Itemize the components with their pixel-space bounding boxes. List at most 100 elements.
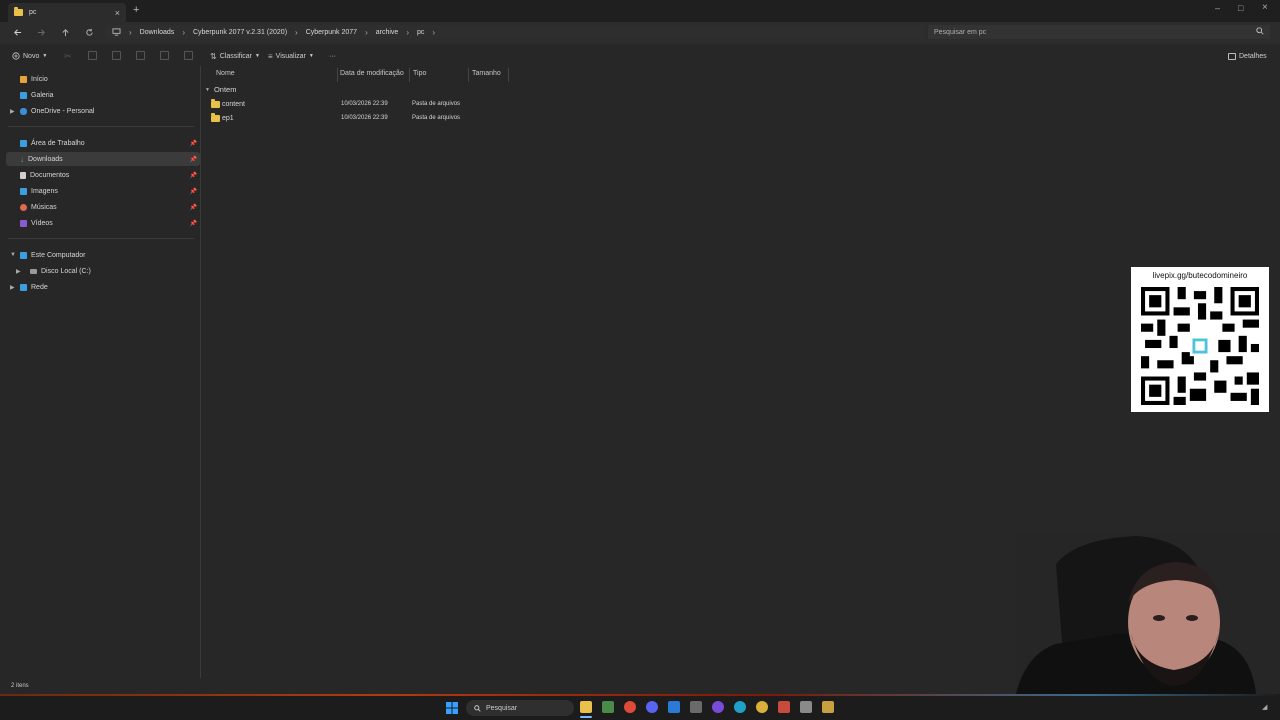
sidebar-item-label: Documentos bbox=[30, 171, 70, 179]
search-input[interactable]: Pesquisar em pc bbox=[928, 25, 1270, 39]
video-icon bbox=[20, 219, 27, 227]
table-row[interactable]: ep1 10/03/2026 22:39 Pasta de arquivos bbox=[208, 112, 468, 124]
edge-icon[interactable] bbox=[734, 701, 746, 713]
pin-icon[interactable]: 📌 bbox=[190, 140, 197, 147]
folder-icon bbox=[14, 7, 23, 16]
maximize-button[interactable]: □ bbox=[1238, 3, 1243, 13]
share-icon[interactable] bbox=[160, 51, 169, 60]
sidebar-item-disco-local[interactable]: ▶ Disco Local (C:) bbox=[6, 264, 200, 278]
app-icon[interactable] bbox=[822, 701, 834, 713]
search-icon[interactable] bbox=[1256, 27, 1264, 37]
sort-button[interactable]: ⇅ Classificar ▼ bbox=[210, 49, 260, 63]
details-pane-icon bbox=[1228, 52, 1236, 60]
sidebar-item-inicio[interactable]: Início bbox=[6, 72, 200, 86]
more-options-button[interactable]: ··· bbox=[329, 49, 336, 63]
folder-icon bbox=[211, 98, 220, 108]
chevron-down-icon: ▼ bbox=[42, 53, 48, 59]
new-button[interactable]: Novo ▼ bbox=[12, 49, 47, 63]
more-label: ··· bbox=[329, 52, 336, 60]
rename-icon[interactable] bbox=[136, 51, 145, 60]
sidebar-item-area-de-trabalho[interactable]: Área de Trabalho 📌 bbox=[6, 136, 200, 150]
divider bbox=[8, 126, 194, 127]
breadcrumb-separator: › bbox=[129, 27, 132, 37]
close-window-button[interactable]: × bbox=[1262, 2, 1268, 13]
delete-icon[interactable] bbox=[184, 51, 193, 60]
chevron-right-icon[interactable]: ▶ bbox=[10, 108, 15, 115]
view-button[interactable]: ≡ Visualizar ▼ bbox=[268, 49, 314, 63]
notification-icon[interactable]: ◢ bbox=[1262, 703, 1267, 711]
sidebar-item-este-computador[interactable]: ▼ Este Computador bbox=[6, 248, 200, 262]
breadcrumb-cyberpunk-version[interactable]: Cyberpunk 2077 v.2.31 (2020) bbox=[193, 29, 287, 36]
minimize-button[interactable]: – bbox=[1215, 3, 1220, 13]
cut-icon[interactable]: ✂ bbox=[64, 51, 72, 62]
start-button[interactable] bbox=[446, 702, 458, 714]
sidebar-item-documentos[interactable]: Documentos 📌 bbox=[6, 168, 200, 182]
group-header[interactable]: ▼ Ontem bbox=[205, 85, 236, 94]
pin-icon[interactable]: 📌 bbox=[190, 220, 197, 227]
sidebar-item-onedrive[interactable]: ▶ OneDrive - Personal bbox=[6, 104, 200, 118]
taskbar-search-label: Pesquisar bbox=[486, 704, 518, 712]
breadcrumb-cyberpunk[interactable]: Cyberpunk 2077 bbox=[306, 29, 357, 36]
paste-icon[interactable] bbox=[112, 51, 121, 60]
divider bbox=[8, 238, 194, 239]
document-icon bbox=[20, 171, 26, 179]
chevron-right-icon[interactable]: ▶ bbox=[10, 284, 15, 291]
qr-caption: livepix.gg/butecodomineiro bbox=[1152, 271, 1248, 280]
discord-icon[interactable] bbox=[646, 701, 658, 713]
new-tab-button[interactable]: + bbox=[133, 4, 139, 16]
sort-label: Classificar bbox=[219, 52, 252, 60]
app-icon[interactable] bbox=[756, 701, 768, 713]
network-icon bbox=[20, 283, 27, 291]
windows-logo-icon bbox=[446, 702, 458, 714]
details-button[interactable]: Detalhes bbox=[1228, 49, 1267, 63]
refresh-button[interactable] bbox=[81, 24, 97, 40]
column-header-size[interactable]: Tamanho bbox=[472, 70, 501, 80]
sidebar-item-label: Músicas bbox=[31, 203, 57, 211]
taskbar-search[interactable]: Pesquisar bbox=[466, 700, 574, 716]
breadcrumb-pc[interactable]: pc bbox=[417, 29, 424, 36]
app-icon[interactable] bbox=[668, 701, 680, 713]
store-icon[interactable] bbox=[602, 701, 614, 713]
sidebar-item-rede[interactable]: ▶ Rede bbox=[6, 280, 200, 294]
pin-icon[interactable]: 📌 bbox=[190, 204, 197, 211]
breadcrumb-downloads[interactable]: Downloads bbox=[140, 29, 175, 36]
sidebar-item-label: Área de Trabalho bbox=[31, 139, 85, 147]
column-header-name[interactable]: Nome bbox=[216, 70, 235, 80]
sidebar-item-label: Downloads bbox=[28, 155, 63, 163]
app-icon[interactable] bbox=[712, 701, 724, 713]
tab-close-button[interactable]: × bbox=[115, 8, 120, 18]
chevron-down-icon[interactable]: ▼ bbox=[10, 252, 16, 258]
sidebar-item-videos[interactable]: Vídeos 📌 bbox=[6, 216, 200, 230]
copy-icon[interactable] bbox=[88, 51, 97, 60]
pin-icon[interactable]: 📌 bbox=[190, 156, 197, 163]
column-divider[interactable] bbox=[337, 68, 338, 82]
column-header-date[interactable]: Data de modificação bbox=[340, 70, 404, 80]
breadcrumb[interactable]: › Downloads › Cyberpunk 2077 v.2.31 (202… bbox=[106, 25, 924, 39]
breadcrumb-archive[interactable]: archive bbox=[376, 29, 399, 36]
forward-button[interactable] bbox=[33, 24, 49, 40]
pin-icon[interactable]: 📌 bbox=[190, 172, 197, 179]
download-icon: ↓ bbox=[20, 154, 24, 164]
file-explorer-icon[interactable] bbox=[580, 701, 592, 713]
app-icon[interactable] bbox=[690, 701, 702, 713]
tab-pc[interactable]: pc × bbox=[8, 3, 126, 22]
sidebar-item-downloads[interactable]: ↓ Downloads 📌 bbox=[6, 152, 200, 166]
app-icon[interactable] bbox=[800, 701, 812, 713]
table-row[interactable]: content 10/03/2026 22:39 Pasta de arquiv… bbox=[208, 98, 468, 110]
details-label: Detalhes bbox=[1239, 52, 1267, 60]
up-button[interactable] bbox=[57, 24, 73, 40]
sidebar-item-imagens[interactable]: Imagens 📌 bbox=[6, 184, 200, 198]
chevron-right-icon[interactable]: ▶ bbox=[16, 268, 21, 275]
column-header-type[interactable]: Tipo bbox=[413, 70, 426, 80]
back-button[interactable] bbox=[9, 24, 25, 40]
chrome-icon[interactable] bbox=[624, 701, 636, 713]
breadcrumb-separator: › bbox=[295, 27, 298, 37]
column-divider[interactable] bbox=[468, 68, 469, 82]
pin-icon[interactable]: 📌 bbox=[190, 188, 197, 195]
file-type: Pasta de arquivos bbox=[412, 115, 461, 121]
column-divider[interactable] bbox=[508, 68, 509, 82]
sidebar-item-musicas[interactable]: Músicas 📌 bbox=[6, 200, 200, 214]
app-icon[interactable] bbox=[778, 701, 790, 713]
column-divider[interactable] bbox=[409, 68, 410, 82]
sidebar-item-galeria[interactable]: Galeria bbox=[6, 88, 200, 102]
